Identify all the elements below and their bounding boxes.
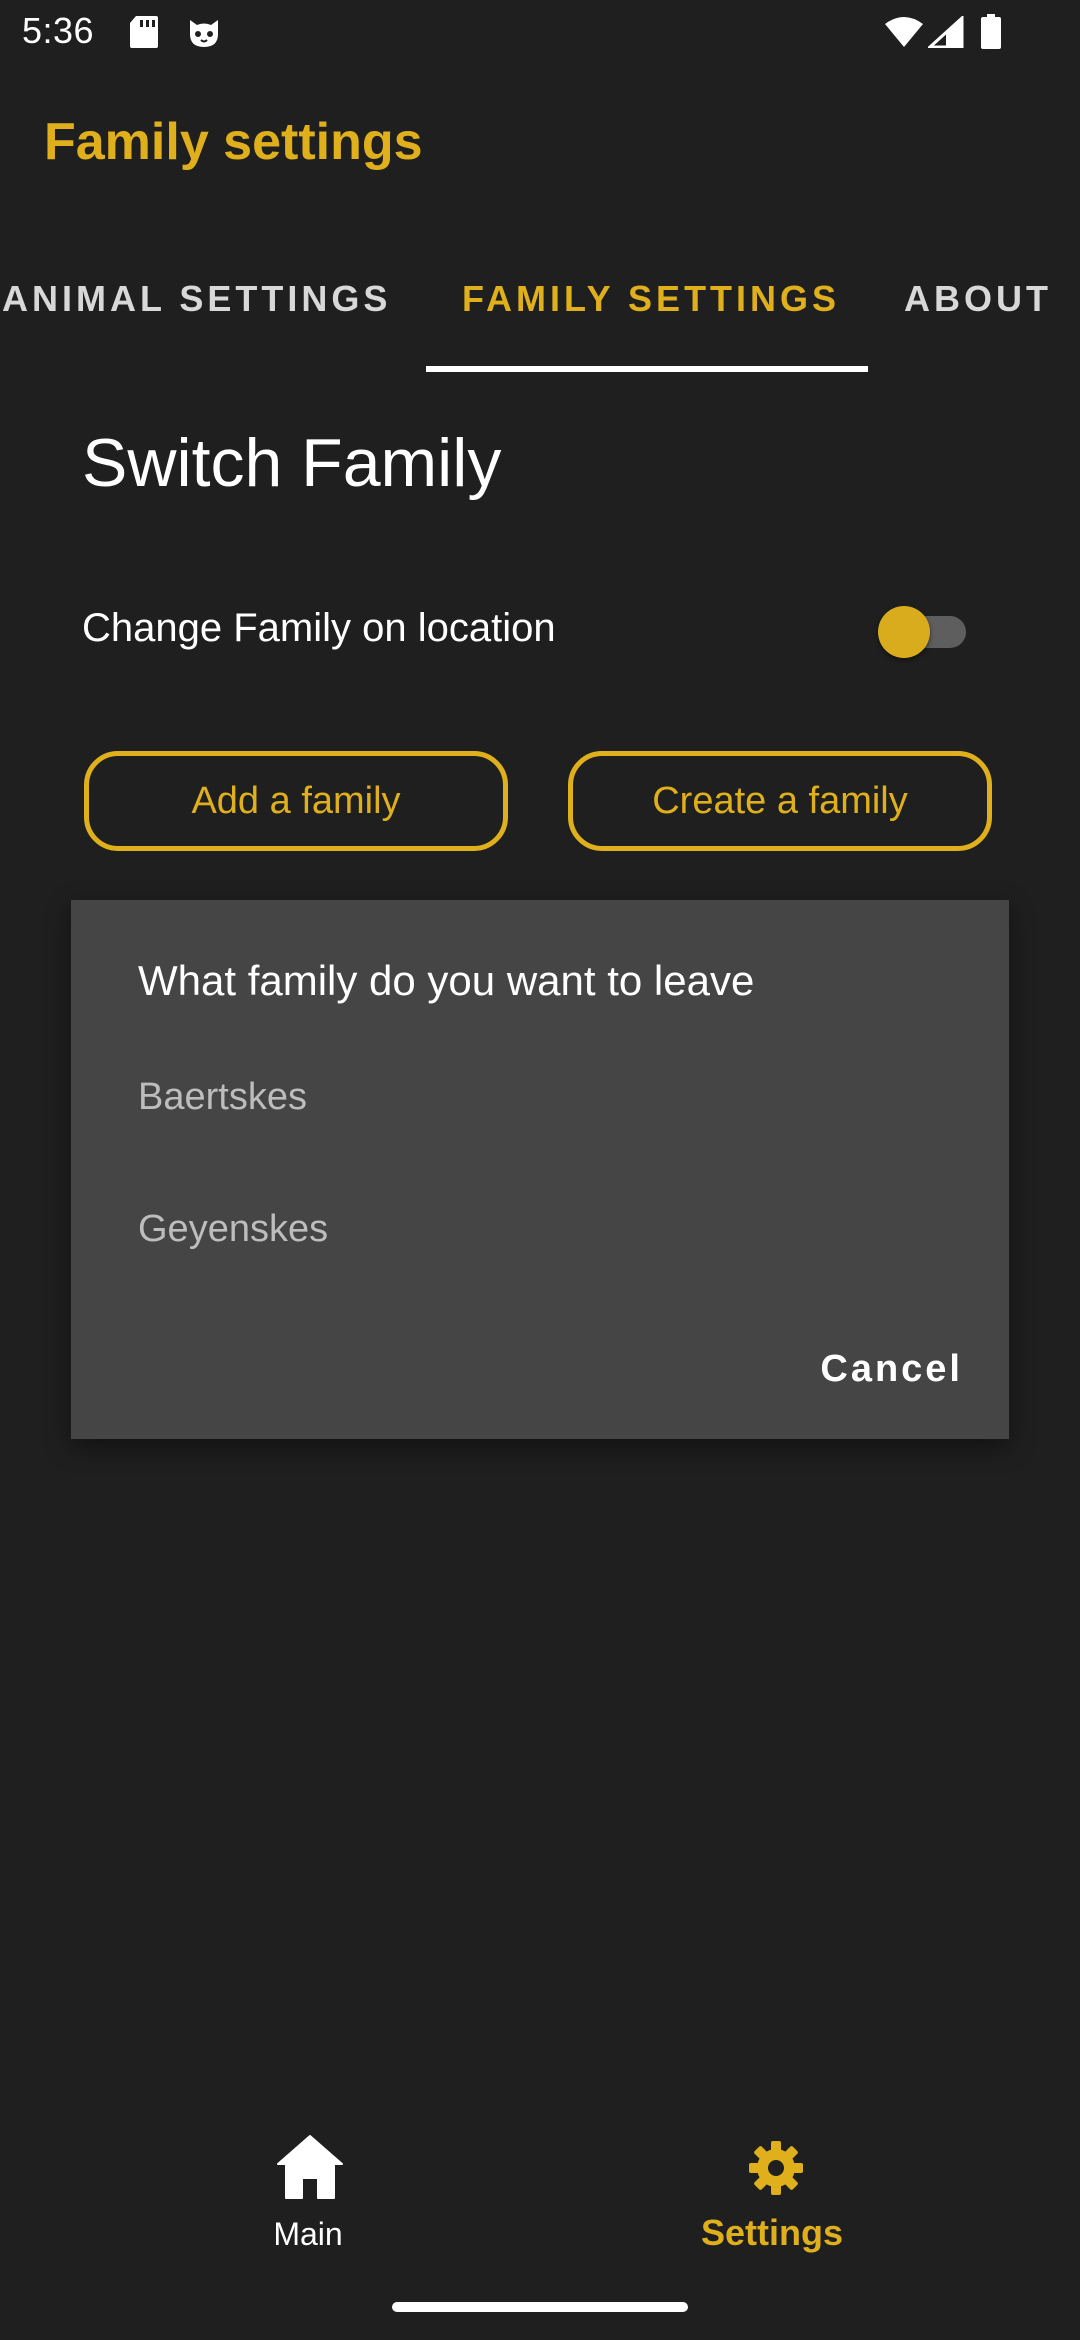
battery-icon <box>980 14 1002 55</box>
dialog-list-item[interactable]: Baertskes <box>71 1038 1009 1158</box>
dialog-list-item-label: Baertskes <box>138 1076 307 1118</box>
tab-animal-settings[interactable]: ANIMAL SETTINGS <box>2 278 391 320</box>
wifi-icon <box>884 16 924 53</box>
switch-thumb <box>878 606 930 658</box>
dialog-cancel-button[interactable]: Cancel <box>816 1342 967 1397</box>
home-icon <box>276 2134 344 2205</box>
tab-about[interactable]: ABOUT <box>904 278 1052 320</box>
status-time: 5:36 <box>22 10 95 51</box>
tab-family-settings[interactable]: FAMILY SETTINGS <box>462 278 840 320</box>
nav-item-main[interactable]: Main <box>158 2110 458 2290</box>
dialog-title: What family do you want to leave <box>138 957 755 1004</box>
dialog-list-item[interactable]: Geyenskes <box>71 1170 1009 1290</box>
app-bar-title: Family settings <box>44 113 423 171</box>
sd-card-icon <box>128 14 160 55</box>
section-title: Switch Family <box>82 425 502 501</box>
leave-family-dialog: What family do you want to leave Baertsk… <box>71 900 1009 1439</box>
tab-selected-indicator <box>426 366 868 372</box>
create-family-button[interactable]: Create a family <box>568 751 992 851</box>
status-bar: 5:36 <box>0 0 1080 66</box>
signal-icon <box>926 14 964 53</box>
nav-label-main: Main <box>273 2216 343 2252</box>
dialog-list-item-label: Geyenskes <box>138 1208 329 1250</box>
change-family-on-location-switch[interactable] <box>876 602 970 658</box>
home-indicator[interactable] <box>392 2302 688 2312</box>
gear-icon <box>748 2140 804 2201</box>
add-family-button[interactable]: Add a family <box>84 751 508 851</box>
nav-label-settings: Settings <box>700 2212 843 2253</box>
change-family-on-location-label: Change Family on location <box>82 606 556 650</box>
bottom-navigation: Main Settings <box>0 2110 1080 2290</box>
nav-item-settings[interactable]: Settings <box>622 2110 922 2290</box>
tab-bar: ANIMAL SETTINGS FAMILY SETTINGS ABOUT <box>0 250 1080 376</box>
cat-face-icon <box>186 14 222 55</box>
